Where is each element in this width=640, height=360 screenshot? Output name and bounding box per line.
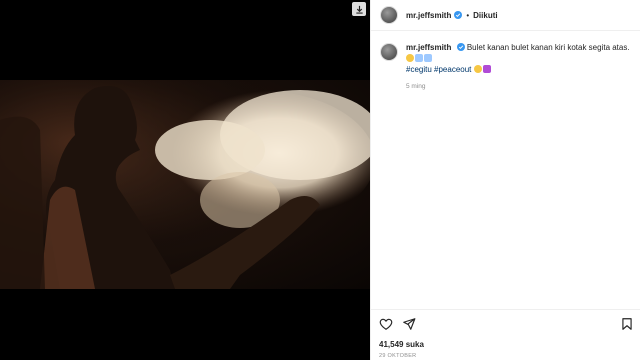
shush-emoji-icon bbox=[415, 54, 423, 62]
post-header: mr.jeffsmith • Diikuti bbox=[371, 0, 640, 31]
caption-verified-badge-icon bbox=[456, 43, 465, 51]
caption-text: Bulet kanan bulet kanan kiri kotak segit… bbox=[466, 43, 630, 52]
post-time-ago[interactable]: 5 ming bbox=[406, 81, 631, 92]
bookmark-icon[interactable] bbox=[620, 317, 634, 331]
like-count[interactable]: 41,549 suka bbox=[379, 340, 424, 349]
post-media-area bbox=[0, 0, 370, 360]
post-date: 29 OKTOBER bbox=[379, 353, 417, 359]
follow-status-button[interactable]: Diikuti bbox=[473, 11, 497, 20]
header-username[interactable]: mr.jeffsmith bbox=[406, 11, 451, 20]
peace-hand-emoji-icon bbox=[473, 65, 482, 73]
separator-dot: • bbox=[466, 10, 470, 20]
avatar[interactable] bbox=[380, 6, 398, 24]
hashtag-link[interactable]: #cegitu bbox=[406, 65, 432, 74]
send-icon[interactable] bbox=[402, 317, 416, 331]
peace-symbol-emoji-icon bbox=[482, 65, 491, 73]
smirk-emoji-icon bbox=[406, 54, 414, 62]
post-actions: 41,549 suka 29 OKTOBER bbox=[371, 309, 640, 360]
shush-emoji-icon bbox=[424, 54, 432, 62]
caption-username[interactable]: mr.jeffsmith bbox=[406, 43, 451, 52]
save-download-icon[interactable] bbox=[352, 2, 366, 16]
verified-badge-icon bbox=[454, 11, 463, 19]
heart-icon[interactable] bbox=[379, 317, 393, 331]
post-photo[interactable] bbox=[0, 80, 370, 289]
caption-block: mr.jeffsmith Bulet kanan bulet kanan kir… bbox=[380, 42, 635, 92]
caption-avatar[interactable] bbox=[380, 43, 398, 61]
post-details-panel: mr.jeffsmith • Diikuti mr.jeffsmith Bule… bbox=[370, 0, 640, 360]
hashtag-link[interactable]: #peaceout bbox=[434, 65, 471, 74]
